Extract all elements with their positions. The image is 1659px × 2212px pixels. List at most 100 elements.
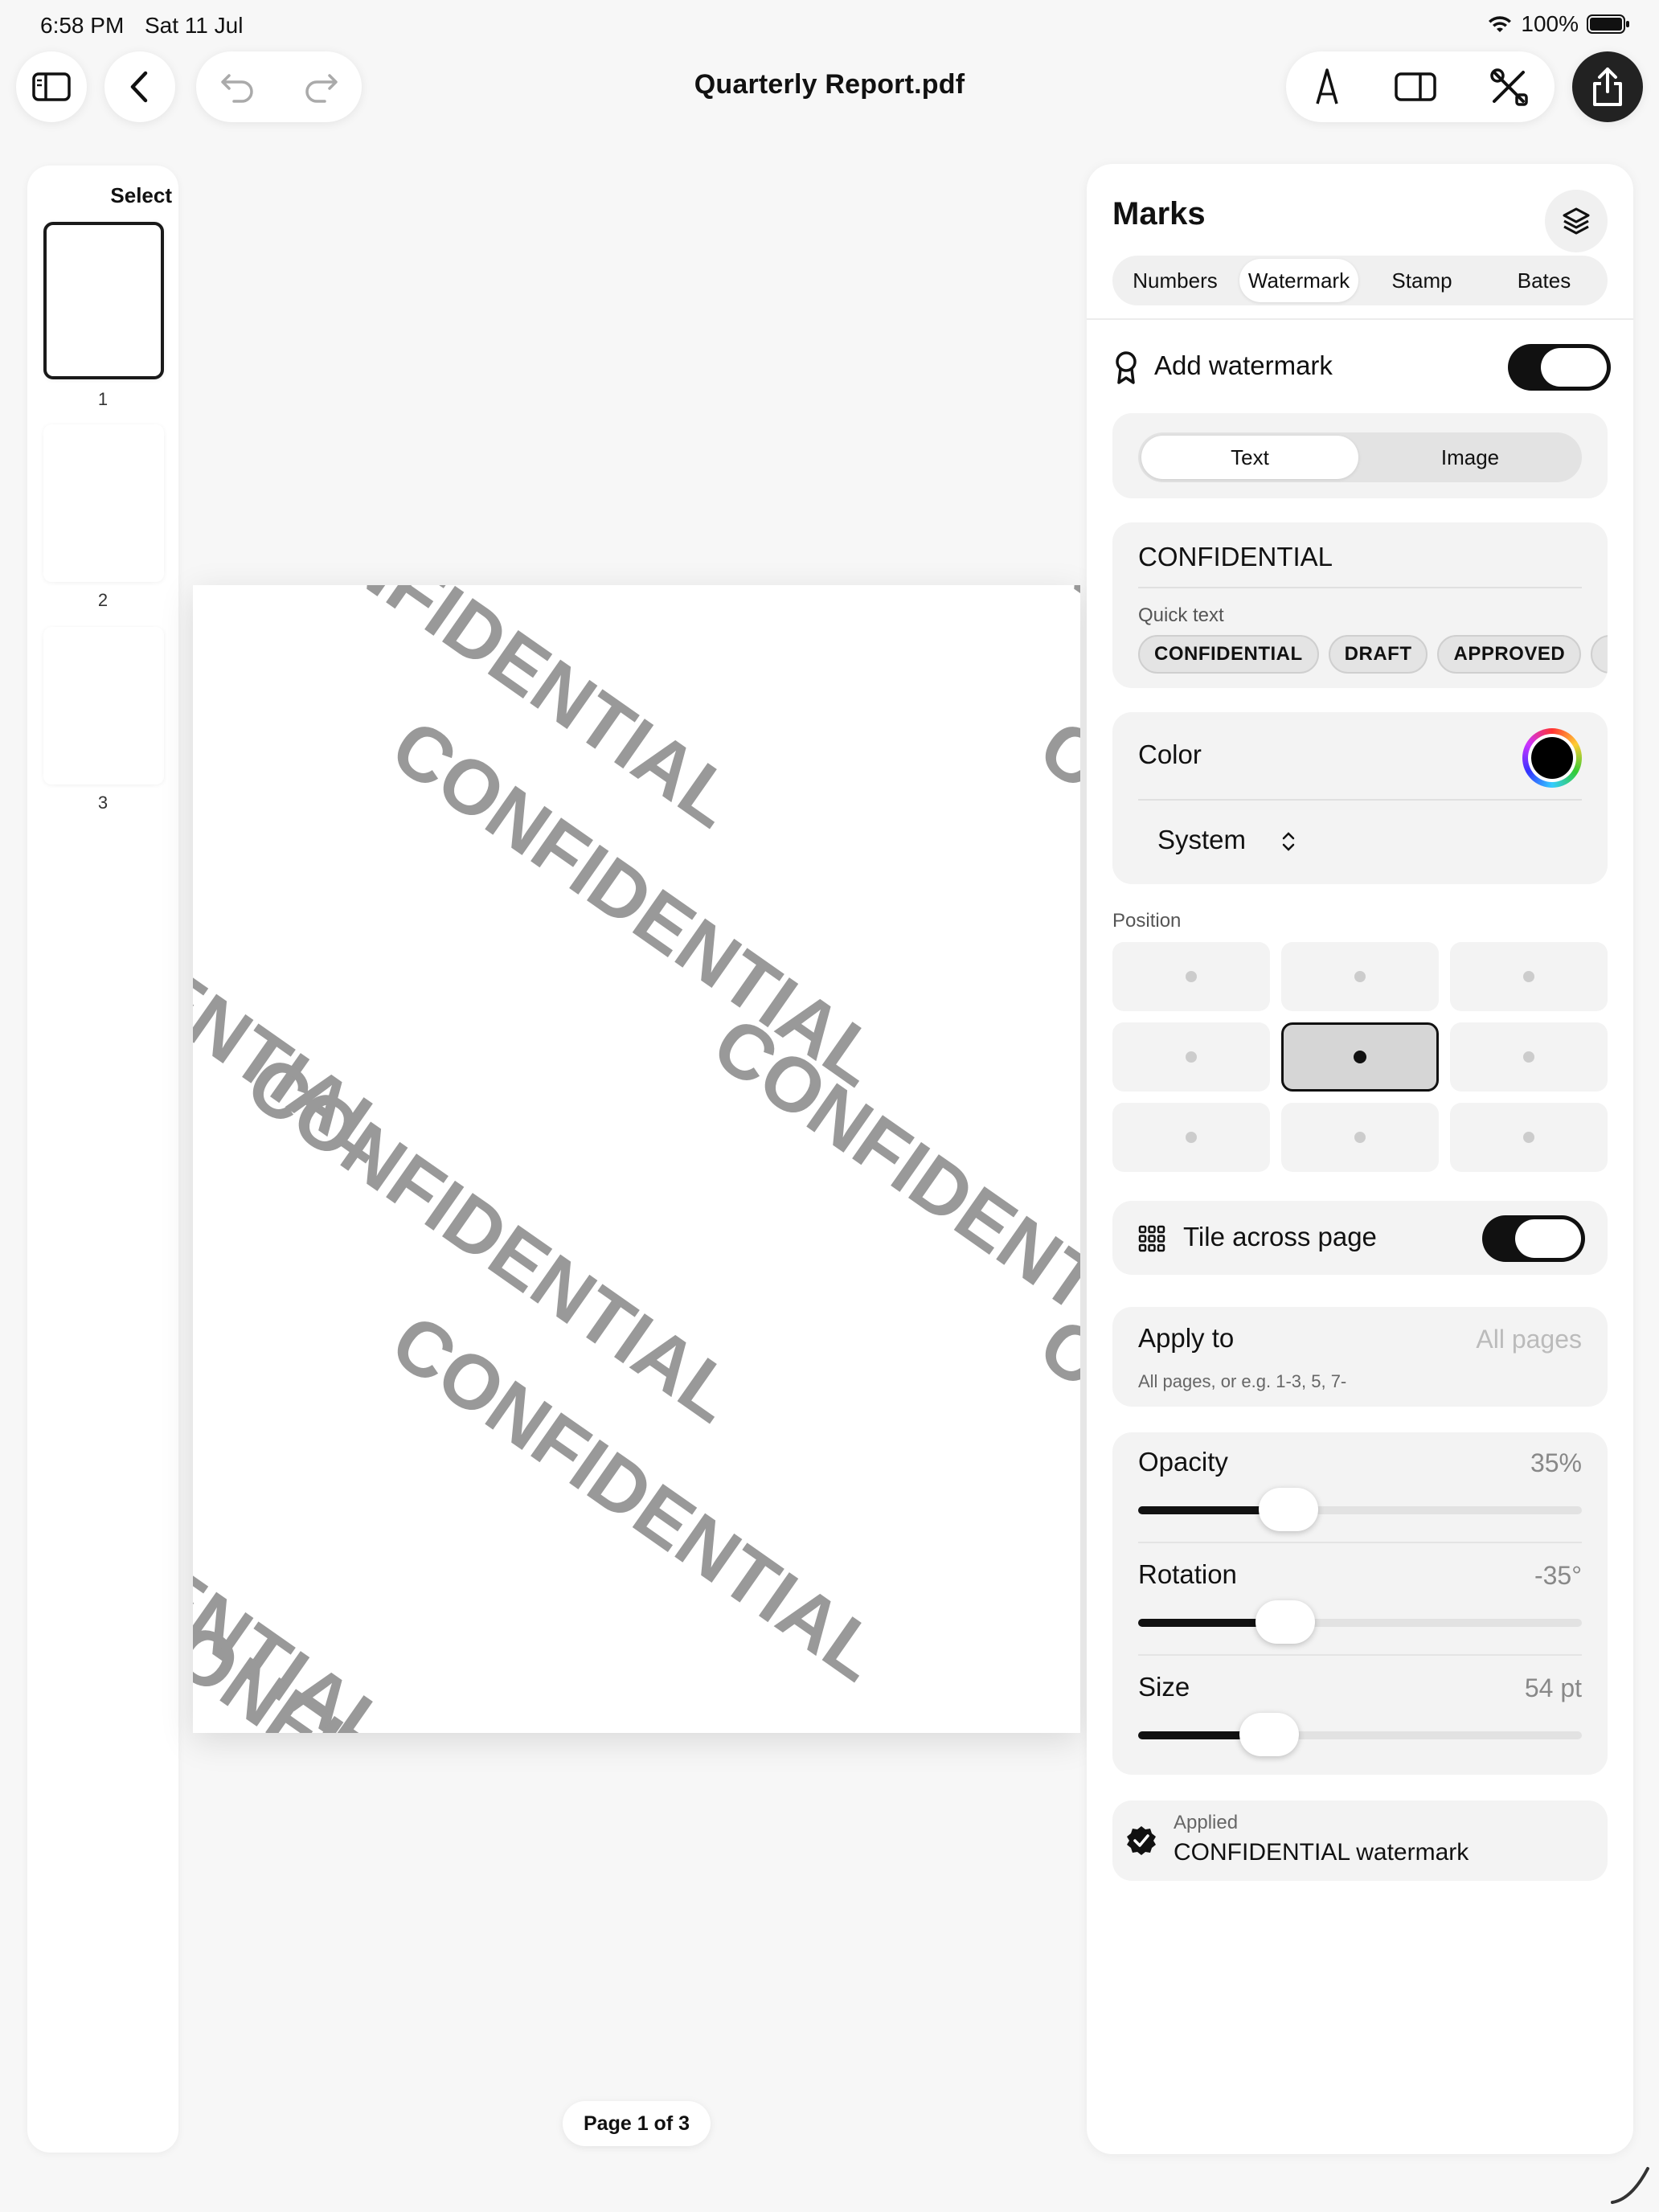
share-icon [1593,68,1622,106]
opacity-slider-thumb[interactable] [1259,1488,1318,1531]
tile-label: Tile across page [1183,1222,1377,1251]
position-middle-left[interactable] [1112,1022,1270,1092]
pen-icon[interactable] [1311,67,1343,107]
divider [1138,1654,1582,1656]
position-top-right[interactable] [1450,942,1608,1011]
split-view-icon[interactable] [1394,71,1437,103]
color-mode-select[interactable]: System [1157,825,1246,855]
type-tab-text[interactable]: Text [1141,436,1358,479]
opacity-slider[interactable] [1138,1488,1582,1531]
size-slider[interactable] [1138,1713,1582,1756]
resize-corner-icon [1611,2167,1649,2204]
size-label: Size [1138,1672,1190,1702]
right-tools-group [1286,51,1555,122]
status-time: 6:58 PM [40,13,125,38]
document-page[interactable]: CONFIDENTIAL CONFIDENTIAL CONFIDENTIAL C… [193,585,1080,1733]
size-slider-thumb[interactable] [1239,1713,1299,1756]
page-indicator: Page 1 of 3 [563,2101,711,2146]
grid-icon [1138,1225,1165,1252]
applied-caption: Applied [1174,1812,1239,1833]
watermark-text: CONFIDENTIAL [698,1000,1080,1401]
opacity-value: 35% [1530,1448,1582,1477]
apply-to-input[interactable]: All pages [1476,1325,1582,1354]
thumbnail-sidebar: Select 1 2 3 [27,166,178,2153]
layers-icon [1563,207,1590,235]
rotation-label: Rotation [1138,1559,1237,1589]
position-bottom-center[interactable] [1281,1103,1439,1172]
sliders-card: Opacity 35% Rotation -35° Size 54 pt [1112,1432,1608,1775]
tile-toggle[interactable] [1482,1215,1585,1262]
status-bar: 6:58 PM Sat 11 Jul 100% [0,0,1659,51]
tools-icon[interactable] [1488,66,1530,108]
ribbon-icon [1116,351,1137,384]
divider [1087,318,1633,320]
position-bottom-right[interactable] [1450,1103,1608,1172]
tab-stamp[interactable]: Stamp [1365,259,1479,302]
battery-icon [1587,14,1629,34]
thumbnail-page-1[interactable] [43,222,164,379]
toggle-knob [1541,348,1607,387]
applied-banner: Applied CONFIDENTIAL watermark [1112,1800,1608,1881]
rotation-slider-thumb[interactable] [1256,1600,1315,1644]
thumbnail-page-2[interactable] [43,424,164,582]
checkmark-seal-icon [1127,1826,1156,1855]
marks-tabs: Numbers Watermark Stamp Bates [1112,256,1608,305]
quick-text-chip[interactable]: REV [1591,635,1608,674]
thumbnail-page-3[interactable] [43,627,164,784]
wifi-icon [1489,16,1512,32]
divider [1138,1542,1582,1543]
tile-card: Tile across page [1112,1201,1608,1275]
apply-to-hint: All pages, or e.g. 1-3, 5, 7- [1138,1371,1347,1391]
layers-button[interactable] [1545,190,1608,252]
status-right: 100% [1487,11,1630,37]
applied-text: CONFIDENTIAL watermark [1174,1839,1469,1866]
position-top-center[interactable] [1281,942,1439,1011]
thumbnail-number: 1 [97,389,109,409]
quick-text-label: Quick text [1138,604,1224,626]
divider [1138,587,1582,588]
chevron-updown-icon [1282,832,1295,851]
thumbnail-number: 3 [97,793,109,813]
quick-text-chip[interactable]: APPROVED [1437,635,1582,674]
toggle-knob [1515,1219,1581,1258]
watermark-text-field[interactable]: CONFIDENTIAL [1138,542,1333,572]
tab-bates[interactable]: Bates [1487,259,1601,302]
share-button[interactable] [1572,51,1643,122]
position-center[interactable] [1281,1022,1439,1092]
watermark-text: CONFIDENTIAL [1024,1301,1080,1702]
watermark-text: CONFIDENTIAL [1024,703,1080,1104]
size-value: 54 pt [1524,1673,1582,1702]
position-bottom-left[interactable] [1112,1103,1270,1172]
type-segmented: Text Image [1138,432,1582,482]
thumbnail-number: 2 [97,590,109,610]
color-label: Color [1138,739,1202,769]
divider [1138,799,1582,801]
color-card: Color System [1112,712,1608,884]
type-card: Text Image [1112,413,1608,498]
add-watermark-toggle[interactable] [1508,344,1611,391]
quick-text-chips: CONFIDENTIAL DRAFT APPROVED REV [1138,635,1608,674]
type-tab-image[interactable]: Image [1362,436,1579,479]
watermark-text: CONFIDENTIAL [193,1574,631,1733]
quick-text-chip[interactable]: DRAFT [1328,635,1428,674]
position-middle-right[interactable] [1450,1022,1608,1092]
position-label: Position [1112,910,1182,932]
opacity-label: Opacity [1138,1447,1228,1477]
quick-text-chip[interactable]: CONFIDENTIAL [1138,635,1319,674]
text-card: CONFIDENTIAL Quick text CONFIDENTIAL DRA… [1112,522,1608,688]
apply-to-label: Apply to [1138,1323,1235,1353]
status-date: Sat 11 Jul [145,13,244,38]
apply-to-card: Apply to All pages All pages, or e.g. 1-… [1112,1307,1608,1407]
select-button[interactable]: Select [110,183,172,208]
marks-panel: Marks Numbers Watermark Stamp Bates Add … [1087,164,1633,2154]
color-well[interactable] [1522,728,1582,788]
tab-numbers[interactable]: Numbers [1119,259,1231,302]
battery-percent: 100% [1521,11,1579,36]
add-watermark-label: Add watermark [1154,350,1333,380]
panel-title: Marks [1112,196,1206,231]
position-top-left[interactable] [1112,942,1270,1011]
watermark-text: CONFIDENTIAL [939,585,1080,845]
rotation-slider[interactable] [1138,1600,1582,1644]
tab-watermark[interactable]: Watermark [1239,259,1358,302]
rotation-value: -35° [1534,1561,1582,1590]
